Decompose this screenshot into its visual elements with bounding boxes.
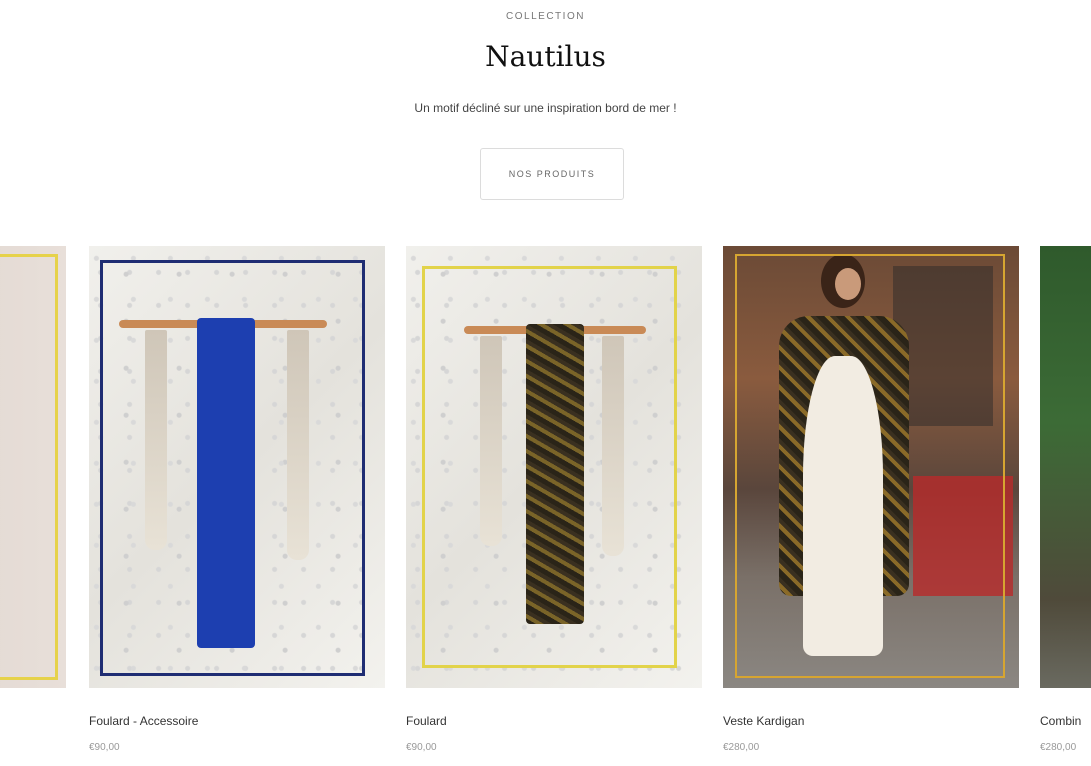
collection-eyebrow: COLLECTION [506, 11, 585, 22]
patterned-scarf [526, 324, 584, 624]
tassel [480, 336, 502, 546]
yellow-frame-decoration [0, 254, 58, 680]
product-card[interactable]: Veste Kardigan €280,00 [723, 246, 1019, 753]
product-image[interactable] [1040, 246, 1091, 688]
blue-scarf [197, 318, 255, 648]
product-price: €90,00 [89, 742, 120, 753]
product-name[interactable]: Foulard [406, 714, 702, 728]
product-name[interactable]: Combin [1040, 714, 1091, 728]
product-image[interactable] [89, 246, 385, 688]
product-name[interactable]: Veste Kardigan [723, 714, 1019, 728]
product-card[interactable]: Foulard €90,00 [406, 246, 702, 753]
gold-frame-decoration [735, 254, 1005, 678]
product-carousel[interactable]: Foulard - Accessoire €90,00 Foulard €90,… [0, 246, 1091, 766]
tassel [145, 330, 167, 550]
collection-subtitle: Un motif décliné sur une inspiration bor… [414, 101, 677, 115]
collection-title: Nautilus [485, 40, 606, 73]
our-products-button[interactable]: NOS PRODUITS [480, 148, 624, 200]
product-price: €280,00 [1040, 742, 1077, 753]
product-card[interactable]: Foulard - Accessoire €90,00 [89, 246, 385, 753]
tassel [602, 336, 624, 556]
product-card-partial-right[interactable]: Combin €280,00 [1040, 246, 1091, 753]
product-price: €280,00 [723, 742, 760, 753]
product-image[interactable] [723, 246, 1019, 688]
product-image[interactable] [406, 246, 702, 688]
product-image[interactable] [0, 246, 66, 688]
tassel [287, 330, 309, 560]
product-price: €90,00 [406, 742, 437, 753]
product-card-partial-left[interactable] [0, 246, 66, 688]
product-name[interactable]: Foulard - Accessoire [89, 714, 385, 728]
